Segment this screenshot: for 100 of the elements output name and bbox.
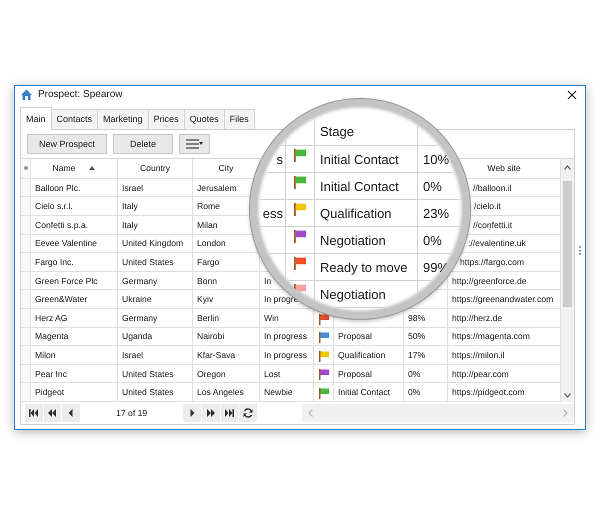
table-cell: Oregon (193, 364, 260, 384)
table-cell: Initial Contact (334, 383, 404, 402)
tab[interactable]: Marketing (97, 108, 149, 129)
dot-icon (24, 166, 28, 170)
skip-to-end-icon (224, 409, 234, 417)
table-cell: United States (118, 364, 193, 384)
table-cell: 0% (404, 383, 448, 402)
caret-icon (199, 142, 203, 146)
table-cell: Magenta (31, 328, 118, 346)
table-cell: Balloon Plc. (31, 178, 118, 198)
previous-button[interactable] (62, 404, 80, 422)
menu-button[interactable] (179, 134, 210, 154)
row-header[interactable] (21, 309, 31, 328)
table-cell: United States (118, 383, 193, 402)
table-cell: United Kingdom (118, 234, 193, 254)
table-cell: Kfar-Sava (193, 346, 260, 365)
window-title: Prospect: Spearow (38, 89, 122, 100)
table-cell: Confetti s.p.a. (31, 216, 118, 235)
chevron-down-icon[interactable] (564, 393, 571, 398)
skip-to-start-icon (29, 409, 38, 417)
table-cell: Berlin (193, 309, 260, 328)
table-cell: Green Force Plc (31, 272, 118, 290)
table-cell: ess (257, 200, 286, 227)
table-cell: Milon (31, 346, 118, 365)
table-cell: Los Angeles (193, 383, 260, 402)
refresh-button[interactable] (239, 404, 257, 422)
new-button[interactable]: New Prospect (27, 134, 107, 154)
tab[interactable]: Main (20, 106, 52, 130)
table-cell: Italy (118, 197, 193, 216)
table-cell: Ukraine (118, 290, 193, 310)
table-cell: Negotiation (315, 227, 418, 254)
delete-button[interactable]: Delete (113, 134, 173, 154)
table-cell: Cielo s.r.l. (31, 197, 118, 216)
table-cell: 0% (404, 364, 448, 384)
row-header[interactable] (21, 253, 31, 272)
refresh-icon (243, 408, 254, 418)
rewind-button[interactable] (44, 404, 62, 422)
left-arrow-icon (68, 409, 74, 417)
row-header[interactable] (21, 234, 31, 254)
table-cell: In progress (260, 346, 314, 365)
chevron-up-icon[interactable] (564, 164, 571, 170)
table-cell: Ready to move (315, 254, 418, 281)
tab[interactable]: Quotes (184, 108, 225, 129)
table-cell: Uganda (118, 328, 193, 346)
table-cell: 10% (418, 146, 463, 173)
row-header[interactable] (21, 178, 31, 198)
first-page-button[interactable] (25, 404, 43, 422)
column-header[interactable]: City (218, 163, 234, 174)
row-header[interactable] (21, 272, 31, 290)
table-cell: 50% (404, 328, 448, 346)
column-header[interactable]: Web site (487, 163, 521, 174)
fast-forward-button[interactable] (202, 404, 220, 422)
row-header[interactable] (21, 346, 31, 365)
tab[interactable]: Prices (148, 108, 185, 129)
table-cell: Germany (118, 272, 193, 290)
table-cell: Initial Contact (315, 146, 418, 173)
chevron-left-icon[interactable] (308, 409, 313, 417)
row-header-corner[interactable] (21, 158, 31, 179)
table-cell: Herz AG (31, 309, 118, 328)
table-cell: Nairobi (193, 328, 260, 346)
table-cell: Italy (118, 216, 193, 235)
double-left-arrow-icon (48, 409, 56, 417)
table-cell: Green&Water (31, 290, 118, 310)
sort-arrow-icon (89, 166, 96, 170)
table-cell: Fargo Inc. (31, 253, 118, 272)
column-header[interactable]: Stage (315, 117, 418, 146)
table-cell: Eevee Valentine (31, 234, 118, 254)
table-cell: Israel (118, 178, 193, 198)
tab[interactable]: Contacts (50, 108, 98, 129)
menu-icon (186, 138, 199, 149)
tab[interactable]: Files (224, 108, 255, 129)
last-page-button[interactable] (220, 404, 238, 422)
table-cell: Initial Contact (315, 173, 418, 200)
scrollbar-thumb[interactable] (563, 180, 572, 307)
table-cell: Germany (118, 309, 193, 328)
row-header[interactable] (21, 290, 31, 310)
chevron-right-icon[interactable] (562, 409, 568, 417)
row-header[interactable] (21, 197, 31, 216)
table-cell: In progress (260, 328, 314, 346)
vertical-scrollbar[interactable] (561, 158, 574, 402)
column-header[interactable]: Country (140, 163, 170, 174)
table-cell: Negotiation (315, 281, 418, 308)
double-right-arrow-icon (206, 409, 215, 417)
table-cell: Israel (118, 346, 193, 365)
table-cell: Pidgeot (31, 383, 118, 402)
table-cell: Newbie (260, 383, 314, 402)
table-cell: s (257, 146, 286, 173)
next-button[interactable] (183, 404, 202, 422)
row-header[interactable] (21, 328, 31, 346)
house-icon (20, 88, 33, 102)
table-cell: 17% (404, 346, 448, 365)
table-cell: Qualification (315, 200, 418, 227)
horizontal-scrollbar[interactable] (302, 404, 574, 422)
right-arrow-icon (190, 409, 195, 417)
table-cell: Proposal (334, 364, 404, 384)
column-header[interactable]: Name (52, 163, 96, 174)
close-icon[interactable] (567, 90, 577, 100)
row-header[interactable] (21, 364, 31, 384)
table-cell: Pear Inc (31, 364, 118, 384)
row-header[interactable] (21, 216, 31, 235)
